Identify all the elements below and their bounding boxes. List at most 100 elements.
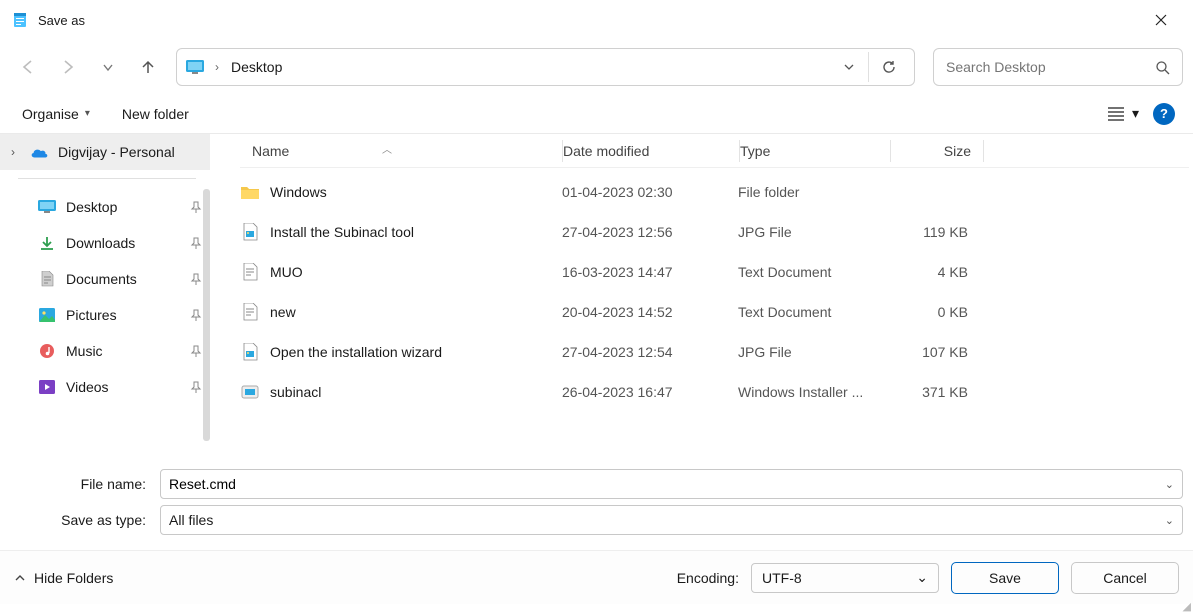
file-name: Windows: [270, 184, 327, 200]
documents-icon: [38, 270, 56, 288]
sidebar-item-videos[interactable]: Videos: [0, 369, 210, 405]
sidebar-item-pictures[interactable]: Pictures: [0, 297, 210, 333]
sidebar-item-label: Music: [66, 343, 103, 359]
file-row[interactable]: Windows 01-04-2023 02:30File folder: [240, 172, 1189, 212]
chevron-down-icon[interactable]: ⌄: [1159, 478, 1174, 491]
caret-down-icon: ▾: [85, 108, 90, 119]
file-size: 371 KB: [888, 384, 980, 400]
file-row[interactable]: MUO 16-03-2023 14:47Text Document4 KB: [240, 252, 1189, 292]
file-row[interactable]: Open the installation wizard 27-04-2023 1…: [240, 332, 1189, 372]
saveastype-label: Save as type:: [14, 512, 154, 528]
resize-grip-icon[interactable]: ◢: [1183, 600, 1191, 613]
cancel-button[interactable]: Cancel: [1071, 562, 1179, 594]
sidebar-item-documents[interactable]: Documents: [0, 261, 210, 297]
file-type: Text Document: [738, 264, 888, 280]
sidebar-item-label: Digvijay - Personal: [58, 144, 175, 160]
up-button[interactable]: [130, 49, 166, 85]
file-date: 27-04-2023 12:54: [562, 344, 738, 360]
file-type: File folder: [738, 184, 888, 200]
search-input[interactable]: [946, 59, 1155, 75]
pin-icon: [190, 237, 202, 249]
filename-combo[interactable]: ⌄: [160, 469, 1183, 499]
file-size: 119 KB: [888, 224, 980, 240]
search-icon: [1155, 60, 1170, 75]
encoding-combo[interactable]: UTF-8 ⌄: [751, 563, 939, 593]
sidebar-item-label: Documents: [66, 271, 137, 287]
nav-row: › Desktop: [0, 40, 1193, 94]
file-date: 01-04-2023 02:30: [562, 184, 738, 200]
downloads-icon: [38, 234, 56, 252]
hide-folders-label: Hide Folders: [34, 570, 113, 586]
file-name: new: [270, 304, 296, 320]
file-size: 0 KB: [888, 304, 980, 320]
col-date-header[interactable]: Date modified: [563, 143, 739, 159]
file-type-icon: [240, 302, 260, 322]
view-options-button[interactable]: ▾: [1108, 105, 1139, 122]
sidebar-item-downloads[interactable]: Downloads: [0, 225, 210, 261]
search-box[interactable]: [933, 48, 1183, 86]
encoding-label: Encoding:: [677, 570, 739, 586]
chevron-down-icon[interactable]: ⌄: [1159, 514, 1174, 527]
music-icon: [38, 342, 56, 360]
file-type: JPG File: [738, 344, 888, 360]
breadcrumb-desktop[interactable]: Desktop: [225, 55, 288, 79]
sidebar-separator: [18, 178, 196, 179]
file-name: subinacl: [270, 384, 321, 400]
col-type-header[interactable]: Type: [740, 143, 890, 159]
organise-menu[interactable]: Organise ▾: [18, 102, 94, 126]
chevron-right-icon: ›: [6, 145, 20, 159]
file-name: Install the Subinacl tool: [270, 224, 414, 240]
title-bar: Save as: [0, 0, 1193, 40]
file-row[interactable]: subinacl26-04-2023 16:47Windows Installe…: [240, 372, 1189, 412]
file-type-icon: [240, 182, 260, 202]
body: › Digvijay - Personal Desktop Downloads …: [0, 134, 1193, 454]
back-button[interactable]: [10, 49, 46, 85]
file-row[interactable]: Install the Subinacl tool27-04-2023 12:5…: [240, 212, 1189, 252]
file-rows: Windows 01-04-2023 02:30File folder Instal…: [240, 168, 1189, 412]
desktop-location-icon: [183, 55, 207, 79]
help-button[interactable]: ?: [1153, 103, 1175, 125]
file-date: 20-04-2023 14:52: [562, 304, 738, 320]
file-name: MUO: [270, 264, 303, 280]
file-size: 4 KB: [888, 264, 980, 280]
organise-label: Organise: [22, 106, 79, 122]
address-history-button[interactable]: [834, 52, 864, 82]
refresh-button[interactable]: [868, 52, 908, 82]
new-folder-button[interactable]: New folder: [118, 102, 193, 126]
forward-button[interactable]: [50, 49, 86, 85]
pin-icon: [190, 273, 202, 285]
save-button[interactable]: Save: [951, 562, 1059, 594]
sidebar-item-music[interactable]: Music: [0, 333, 210, 369]
footer: Hide Folders Encoding: UTF-8 ⌄ Save Canc…: [0, 550, 1193, 604]
file-name: Open the installation wizard: [270, 344, 442, 360]
sidebar-item-label: Pictures: [66, 307, 117, 323]
save-fields: File name: ⌄ Save as type: All files ⌄: [0, 454, 1193, 544]
col-size-header[interactable]: Size: [891, 143, 983, 159]
sidebar-item-label: Videos: [66, 379, 109, 395]
notepad-icon: [12, 12, 28, 28]
sidebar-onedrive-personal[interactable]: › Digvijay - Personal: [0, 134, 210, 170]
filename-label: File name:: [14, 476, 154, 492]
address-bar[interactable]: › Desktop: [176, 48, 915, 86]
filename-input[interactable]: [169, 476, 1159, 492]
file-date: 16-03-2023 14:47: [562, 264, 738, 280]
file-row[interactable]: new20-04-2023 14:52Text Document0 KB: [240, 292, 1189, 332]
new-folder-label: New folder: [122, 106, 189, 122]
file-date: 26-04-2023 16:47: [562, 384, 738, 400]
chevron-down-icon[interactable]: ⌄: [916, 569, 928, 586]
close-button[interactable]: [1141, 0, 1181, 40]
sidebar-item-desktop[interactable]: Desktop: [0, 189, 210, 225]
sidebar: › Digvijay - Personal Desktop Downloads …: [0, 134, 210, 454]
chevron-right-icon: ›: [215, 60, 219, 74]
column-headers: Name︿ Date modified Type Size: [240, 134, 1189, 168]
pin-icon: [190, 345, 202, 357]
recent-locations-button[interactable]: [90, 49, 126, 85]
saveastype-combo[interactable]: All files ⌄: [160, 505, 1183, 535]
videos-icon: [38, 378, 56, 396]
file-list-pane: Name︿ Date modified Type Size Windows 01-…: [210, 134, 1193, 454]
file-size: 107 KB: [888, 344, 980, 360]
col-name-header[interactable]: Name︿: [240, 143, 562, 159]
chevron-up-icon: [14, 572, 26, 584]
encoding-value: UTF-8: [762, 570, 916, 586]
hide-folders-button[interactable]: Hide Folders: [14, 570, 113, 586]
